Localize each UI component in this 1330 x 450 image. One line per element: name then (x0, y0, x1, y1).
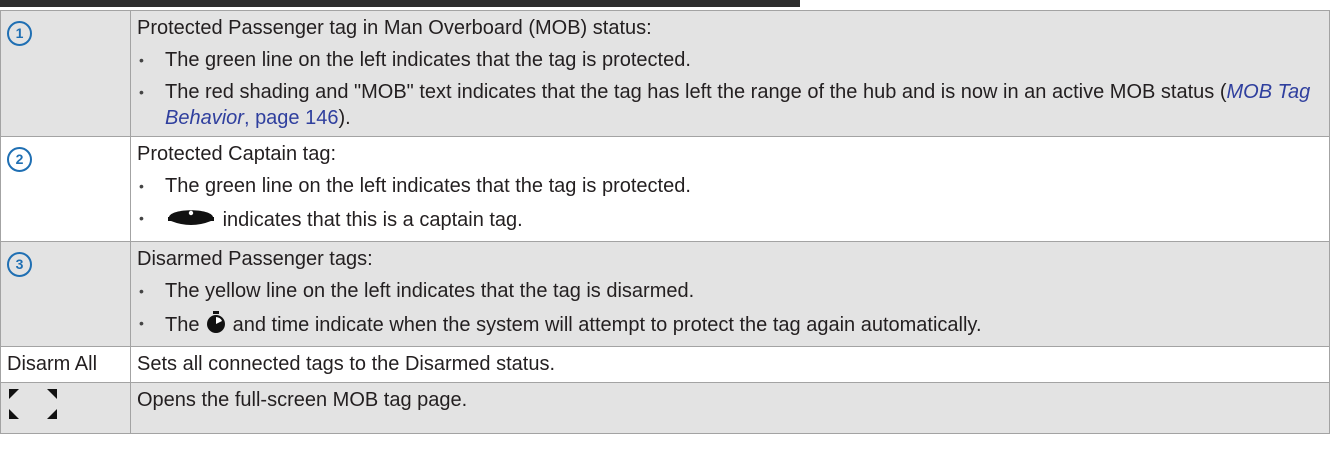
description-cell: Disarmed Passenger tags: The yellow line… (130, 241, 1330, 347)
disarm-all-label: Disarm All (7, 353, 98, 375)
table-row: Opens the full-screen MOB tag page. (0, 382, 1330, 434)
callout-number-2-icon: 2 (7, 147, 32, 172)
description-cell: Opens the full-screen MOB tag page. (130, 382, 1330, 434)
row-intro: Protected Passenger tag in Man Overboard… (137, 17, 652, 39)
icon-cell (0, 382, 131, 434)
row-description: Sets all connected tags to the Disarmed … (137, 353, 555, 375)
row-intro: Disarmed Passenger tags: (137, 248, 373, 270)
description-cell: Protected Passenger tag in Man Overboard… (130, 10, 1330, 137)
callout-cell: 2 (0, 136, 131, 242)
description-cell: Sets all connected tags to the Disarmed … (130, 346, 1330, 383)
header-bar (0, 0, 800, 7)
callout-cell: 1 (0, 10, 131, 137)
list-item: The green line on the left indicates tha… (137, 173, 1323, 199)
captain-hat-icon (165, 205, 217, 236)
table-row: 3 Disarmed Passenger tags: The yellow li… (0, 241, 1330, 347)
table-row: Disarm All Sets all connected tags to th… (0, 346, 1330, 383)
table-row: 2 Protected Captain tag: The green line … (0, 136, 1330, 242)
description-cell: Protected Captain tag: The green line on… (130, 136, 1330, 242)
row-description: Opens the full-screen MOB tag page. (137, 389, 468, 411)
label-cell: Disarm All (0, 346, 131, 383)
list-item: The green line on the left indicates tha… (137, 47, 1323, 73)
bullet-list: The yellow line on the left indicates th… (137, 278, 1323, 341)
stopwatch-icon (205, 310, 227, 341)
reference-table: 1 Protected Passenger tag in Man Overboa… (0, 10, 1330, 434)
bullet-list: The green line on the left indicates tha… (137, 47, 1323, 131)
callout-cell: 3 (0, 241, 131, 347)
bullet-list: The green line on the left indicates tha… (137, 173, 1323, 236)
list-item: The and time indicate when the system wi… (137, 310, 1323, 341)
callout-number-3-icon: 3 (7, 252, 32, 277)
fullscreen-icon (7, 387, 59, 428)
list-item: The red shading and "MOB" text indicates… (137, 79, 1323, 131)
callout-number-1-icon: 1 (7, 21, 32, 46)
xref-page-link[interactable]: page 146 (255, 107, 338, 129)
table-row: 1 Protected Passenger tag in Man Overboa… (0, 10, 1330, 137)
row-intro: Protected Captain tag: (137, 143, 337, 165)
list-item: The yellow line on the left indicates th… (137, 278, 1323, 304)
list-item: indicates that this is a captain tag. (137, 205, 1323, 236)
